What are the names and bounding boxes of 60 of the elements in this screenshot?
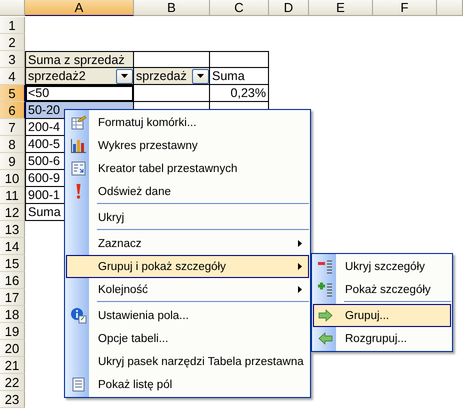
row-header[interactable]: 4 [0, 68, 25, 85]
row-header[interactable]: 23 [0, 391, 25, 408]
menu-item[interactable]: Ukryj szczegóły [313, 255, 451, 278]
row-header[interactable]: 11 [0, 187, 25, 204]
row-header[interactable]: 6 [0, 102, 25, 119]
row-header[interactable]: 22 [0, 374, 25, 391]
spreadsheet-cell: Suma [210, 68, 269, 85]
spreadsheet-cell: 0,23% [210, 85, 269, 102]
menu-item[interactable]: Grupuj... [313, 304, 451, 327]
row-header[interactable]: 5 [0, 85, 25, 102]
menu-item[interactable]: Pokaż szczegóły [313, 278, 451, 301]
menu-item[interactable]: Kolejność [66, 278, 309, 301]
row-header[interactable]: 3 [0, 51, 25, 68]
exclamation-icon [76, 184, 80, 199]
pivot-field-label[interactable]: Suma z sprzedaż [25, 51, 134, 68]
column-header[interactable]: C [210, 0, 269, 16]
submenu-arrow-icon [298, 240, 302, 247]
row-header[interactable]: 16 [0, 272, 25, 289]
menu-item[interactable]: Rozgrupuj... [313, 327, 451, 350]
column-header[interactable]: A [25, 0, 134, 16]
minus-lines-icon [316, 258, 334, 275]
row-header[interactable]: 17 [0, 289, 25, 306]
row-header[interactable]: 15 [0, 255, 25, 272]
column-header[interactable]: E [309, 0, 373, 16]
row-header[interactable]: 13 [0, 221, 25, 238]
left-arrow-icon [316, 330, 334, 347]
row-header[interactable]: 9 [0, 153, 25, 170]
column-header[interactable]: F [373, 0, 437, 16]
submenu-arrow-icon [298, 286, 302, 293]
row-header[interactable]: 1 [0, 17, 25, 34]
row-header[interactable]: 2 [0, 34, 25, 51]
menu-item[interactable]: Pokaż listę pól [66, 373, 309, 396]
row-header[interactable]: 21 [0, 357, 25, 374]
menu-item[interactable]: Ustawienia pola... [66, 304, 309, 327]
row-header[interactable]: 20 [0, 340, 25, 357]
empty-cell [210, 51, 269, 68]
info-icon [70, 307, 86, 324]
column-header[interactable]: D [269, 0, 309, 16]
list-icon [70, 376, 86, 393]
menu-item[interactable]: Ukryj pasek narzędzi Tabela przestawna [66, 350, 309, 373]
row-header[interactable]: 18 [0, 306, 25, 323]
menu-item[interactable]: Grupuj i pokaż szczegóły [66, 255, 309, 278]
row-header[interactable]: 14 [0, 238, 25, 255]
row-header[interactable]: 12 [0, 204, 25, 221]
spreadsheet-cell: <50 [25, 85, 134, 102]
row-header[interactable]: 8 [0, 136, 25, 153]
caret-icon [197, 74, 204, 78]
table-icon [70, 114, 86, 131]
submenu-arrow-icon [298, 263, 302, 270]
plus-lines-icon [316, 281, 334, 298]
row-header[interactable]: 10 [0, 170, 25, 187]
column-header[interactable]: B [134, 0, 210, 16]
menu-item[interactable]: Zaznacz [66, 232, 309, 255]
menu-item[interactable]: Opcje tabeli... [66, 327, 309, 350]
dropdown-button[interactable] [192, 68, 209, 84]
grid-icon [70, 160, 86, 177]
row-header[interactable]: 19 [0, 323, 25, 340]
right-arrow-icon [316, 307, 334, 324]
bar-chart-icon [70, 137, 86, 154]
row-header[interactable]: 7 [0, 119, 25, 136]
